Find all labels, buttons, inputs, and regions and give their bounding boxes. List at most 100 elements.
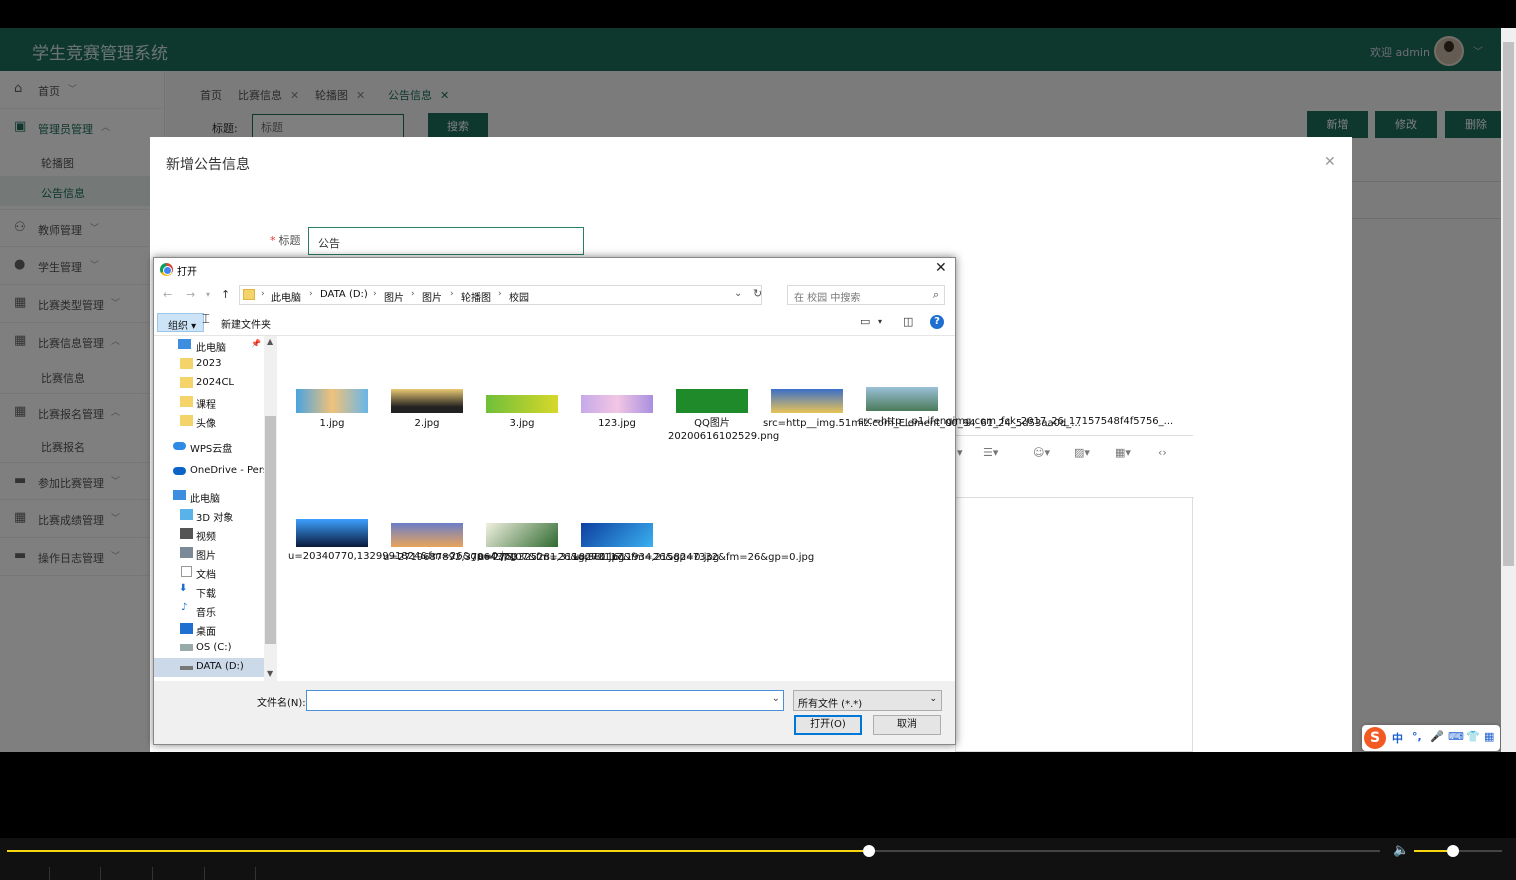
tree-item[interactable]: ♪ 音乐 xyxy=(154,601,264,620)
tree-item[interactable]: 桌面 xyxy=(154,620,264,639)
file-item[interactable]: u=20340770,1329991824&fm=26&gp=0.jpg xyxy=(288,519,516,563)
filename-input[interactable]: ⌄ xyxy=(306,690,784,711)
breadcrumb[interactable]: 图片 xyxy=(384,289,404,304)
tree-item[interactable]: 2023 xyxy=(154,355,264,374)
tree-item[interactable]: 头像 xyxy=(154,412,264,431)
download-icon: ⬇ xyxy=(179,583,188,594)
filetype-select[interactable]: ⌄ 所有文件 (*.*) xyxy=(793,690,942,711)
search-icon: ⌕ xyxy=(932,288,939,301)
close-icon[interactable]: ✕ xyxy=(1324,154,1336,170)
editor-toolbar: ▾ ☰▾ ☺▾ ▨▾ ▦▾ ‹› xyxy=(956,436,1194,498)
microphone-icon[interactable]: 🎤 xyxy=(1430,730,1444,743)
image-thumbnail xyxy=(296,519,368,547)
image-thumbnail xyxy=(391,523,463,547)
image-thumbnail xyxy=(486,523,558,547)
view-icon[interactable]: ▭ xyxy=(860,315,870,328)
tree-item[interactable]: 此电脑 📌 xyxy=(154,336,264,355)
scroll-down-icon[interactable]: ▼ xyxy=(267,669,273,678)
cancel-button[interactable]: 取消 xyxy=(873,715,941,735)
chevron-down-icon[interactable]: ▾ xyxy=(878,317,882,326)
ime-mode[interactable]: 中 xyxy=(1392,730,1403,746)
file-item[interactable]: 2.jpg xyxy=(383,389,471,430)
chevron-down-icon[interactable]: ⌄ xyxy=(772,693,780,704)
indent-icon[interactable]: ☰▾ xyxy=(983,446,998,459)
tree-item[interactable]: 视频 xyxy=(154,525,264,544)
dropdown-icon[interactable]: ▾ xyxy=(957,446,963,459)
file-item[interactable]: 123.jpg xyxy=(573,389,661,430)
organize-button[interactable]: 组织 ▾ xyxy=(157,313,204,332)
breadcrumb[interactable]: 图片 xyxy=(422,289,442,304)
forward-icon[interactable]: → xyxy=(186,288,195,301)
sogou-logo-icon: S xyxy=(1364,727,1386,749)
scroll-up-icon[interactable]: ▲ xyxy=(267,337,273,346)
pin-icon: 📌 xyxy=(251,339,261,348)
drive-icon xyxy=(180,666,193,670)
folder-icon xyxy=(180,377,193,388)
scrollbar-thumb[interactable] xyxy=(1503,42,1514,566)
file-item[interactable]: u=2753325281,3118273117&fm=26&gp=0.jpg xyxy=(478,523,719,564)
image-thumbnail xyxy=(771,389,843,413)
chevron-down-icon[interactable]: ⌄ xyxy=(734,288,742,299)
file-item[interactable]: u=3811611934,2158247332&fm=26&gp=0.jpg xyxy=(573,523,814,564)
tree-item[interactable]: WPS云盘 xyxy=(154,437,264,456)
tree-item[interactable]: 图片 xyxy=(154,544,264,563)
filename-label: 文件名(N): xyxy=(257,698,306,709)
file-open-dialog: 打开 ✕ ← → ▾ ↑ › 此电脑 › DATA (D:) › 图片 › 图片… xyxy=(153,257,1173,745)
open-button[interactable]: 打开(O) xyxy=(794,715,862,735)
back-icon[interactable]: ← xyxy=(163,288,172,301)
file-item[interactable]: u=2719687892,3786437107&fm=26&gp=0.jpg xyxy=(383,523,624,564)
toolbox-icon[interactable]: ▦ xyxy=(1484,730,1494,743)
punctuation-icon[interactable]: °, xyxy=(1412,730,1422,743)
tree-scrollbar[interactable]: ▲ ▼ xyxy=(264,336,277,681)
breadcrumb[interactable]: 校园 xyxy=(509,289,529,304)
onedrive-icon xyxy=(173,467,186,475)
tree-item[interactable]: ⬇ 下载 xyxy=(154,582,264,601)
emoji-icon[interactable]: ☺▾ xyxy=(1033,446,1050,459)
close-icon[interactable]: ✕ xyxy=(935,260,947,276)
title-field[interactable]: 公告 xyxy=(308,227,584,255)
tree-item[interactable]: 课程 xyxy=(154,393,264,412)
file-item[interactable]: 3.jpg xyxy=(478,389,566,430)
video-player-bar: 🔈 xyxy=(0,838,1516,880)
address-bar[interactable]: › 此电脑 › DATA (D:) › 图片 › 图片 › 轮播图 › 校园 ⌄… xyxy=(239,285,762,305)
control-divider xyxy=(152,867,153,880)
rich-text-editor[interactable]: ▾ ☰▾ ☺▾ ▨▾ ▦▾ ‹› xyxy=(955,435,1194,752)
page-scrollbar[interactable] xyxy=(1501,28,1516,752)
file-item[interactable]: 1.jpg xyxy=(288,389,376,430)
new-folder-button[interactable]: 新建文件夹 xyxy=(221,316,271,331)
folder-search-input[interactable]: 在 校园 中搜索 ⌕ xyxy=(787,285,945,305)
tree-item[interactable]: 2024CL xyxy=(154,374,264,393)
tree-item[interactable]: 文档 xyxy=(154,563,264,582)
tree-item[interactable]: 3D 对象 xyxy=(154,506,264,525)
ime-toolbar[interactable]: S 中 °, 🎤 ⌨ 👕 ▦ xyxy=(1362,725,1500,751)
chevron-down-icon[interactable]: ▾ xyxy=(206,290,210,299)
breadcrumb[interactable]: 此电脑 xyxy=(271,289,301,304)
image-icon[interactable]: ▨▾ xyxy=(1074,446,1090,459)
refresh-icon[interactable]: ↻ xyxy=(753,287,762,300)
file-item[interactable]: src=http__p1.ifengimg.com_fck_2017_26_17… xyxy=(858,387,1173,428)
preview-pane-icon[interactable]: ◫ xyxy=(903,315,913,328)
image-thumbnail xyxy=(676,389,748,413)
file-item[interactable]: src=http__img.51miz.com_Element_00_94_61… xyxy=(763,389,1081,430)
breadcrumb[interactable]: 轮播图 xyxy=(461,289,491,304)
code-icon[interactable]: ‹› xyxy=(1158,446,1167,459)
tree-item[interactable]: 此电脑 xyxy=(154,487,264,506)
volume-icon[interactable]: 🔈 xyxy=(1393,843,1409,858)
skin-icon[interactable]: 👕 xyxy=(1466,730,1480,743)
modal-title: 新增公告信息 xyxy=(166,157,250,173)
progress-handle[interactable] xyxy=(863,845,875,857)
table-icon[interactable]: ▦▾ xyxy=(1115,446,1131,459)
scrollbar-thumb[interactable] xyxy=(265,416,276,644)
keyboard-icon[interactable]: ⌨ xyxy=(1448,730,1464,743)
tree-item[interactable]: DATA (D:) xyxy=(154,658,264,677)
up-icon[interactable]: ↑ xyxy=(221,288,230,301)
volume-handle[interactable] xyxy=(1447,845,1459,857)
file-item[interactable]: QQ图片20200616102529.png xyxy=(668,389,779,443)
video-icon xyxy=(180,528,193,539)
tree-item[interactable]: OneDrive - Perso xyxy=(154,462,264,481)
help-icon[interactable]: ? xyxy=(930,315,944,329)
breadcrumb[interactable]: DATA (D:) xyxy=(320,289,368,300)
tree-item[interactable]: OS (C:) xyxy=(154,639,264,658)
documents-icon xyxy=(181,566,192,577)
folder-icon xyxy=(180,415,193,426)
